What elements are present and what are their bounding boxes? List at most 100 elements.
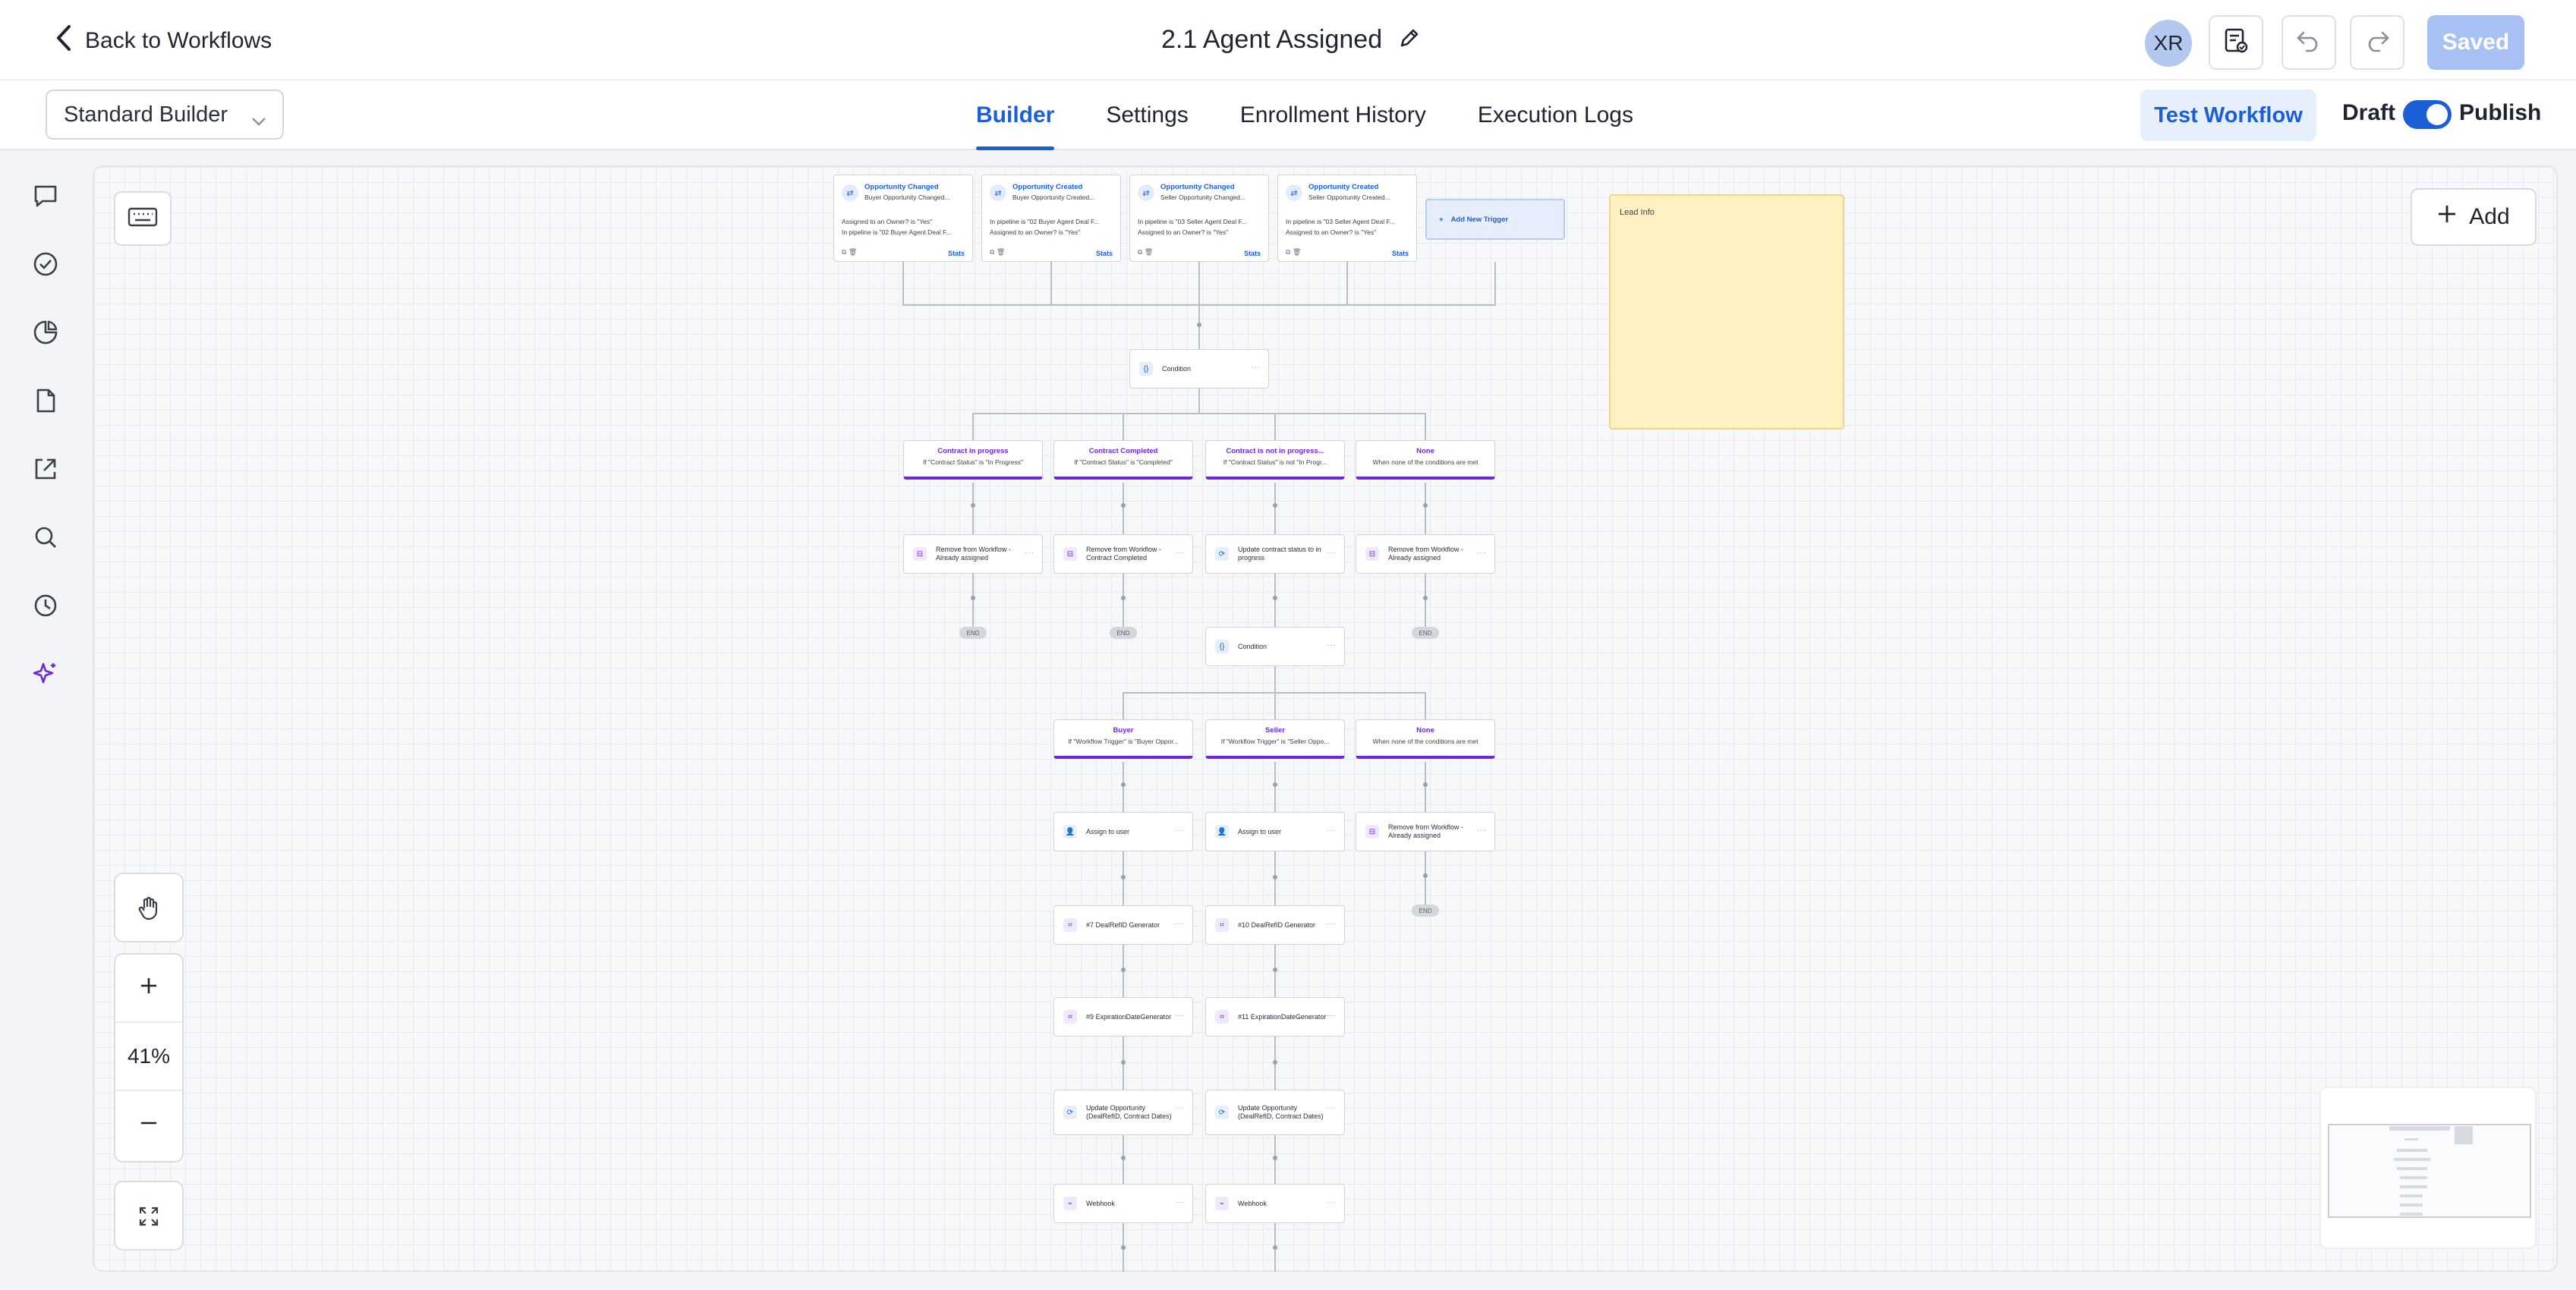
sticky-note-text: Lead Info	[1620, 208, 1655, 217]
plus-icon	[139, 976, 159, 1001]
branch-node[interactable]: None When none of the conditions are met	[1356, 440, 1495, 480]
more-icon[interactable]: ···	[1327, 920, 1337, 928]
remove-from-workflow-action[interactable]: ⊟ Remove from Workflow - Contract Comple…	[1053, 534, 1193, 574]
branch-node[interactable]: Contract in progress If "Contract Status…	[903, 440, 1043, 480]
custom-code-action[interactable]: ⌗ #10 DealRefID Generator ···	[1205, 905, 1345, 945]
branch-condition: If "Contract Status" is "Completed"	[1074, 458, 1173, 466]
more-icon[interactable]: ···	[1477, 549, 1487, 557]
assign-user-action[interactable]: 👤 Assign to user ···	[1053, 812, 1193, 851]
swap-icon: ⇄	[990, 184, 1006, 201]
copy-delete-icons[interactable]: ⧉ 🗑	[990, 248, 1005, 256]
plus-icon	[2437, 204, 2457, 230]
more-icon[interactable]: ···	[1477, 826, 1487, 835]
update-opportunity-action[interactable]: ⟳ Update Opportunity (DealRefID, Contrac…	[1205, 1090, 1345, 1135]
action-label: Update Opportunity (DealRefID, Contract …	[1238, 1104, 1324, 1120]
stats-link[interactable]: Stats	[1096, 250, 1113, 257]
branch-condition: If "Workflow Trigger" is "Buyer Oppor...	[1068, 738, 1179, 745]
more-icon[interactable]: ···	[1327, 1104, 1337, 1112]
stats-link[interactable]: Stats	[948, 250, 965, 257]
remove-from-workflow-action[interactable]: ⊟ Remove from Workflow - Already assigne…	[1356, 534, 1495, 574]
remove-from-workflow-action[interactable]: ⊟ Remove from Workflow - Already assigne…	[903, 534, 1043, 574]
stats-link[interactable]: Stats	[1244, 250, 1261, 257]
webhook-action[interactable]: ⌁ Webhook ···	[1053, 1184, 1193, 1223]
expand-icon	[115, 1182, 182, 1251]
plus-icon: +	[1439, 215, 1444, 224]
update-record-icon: ⟳	[1215, 1106, 1229, 1119]
trigger-node[interactable]: ⇄ Opportunity Changed Seller Opportunity…	[1129, 175, 1269, 262]
trigger-node[interactable]: ⇄ Opportunity Created Seller Opportunity…	[1277, 175, 1417, 262]
update-opportunity-action[interactable]: ⟳ Update Opportunity (DealRefID, Contrac…	[1053, 1090, 1193, 1135]
branch-node[interactable]: None When none of the conditions are met	[1356, 719, 1495, 759]
branch-condition: When none of the conditions are met	[1372, 738, 1479, 745]
more-icon[interactable]: ···	[1175, 549, 1185, 557]
more-icon[interactable]: ···	[1327, 826, 1337, 835]
more-icon[interactable]: ···	[1025, 549, 1034, 557]
trigger-filter: In pipeline is "03 Seller Agent Deal F..…	[1138, 218, 1247, 225]
end-marker: END	[1412, 627, 1439, 639]
more-icon[interactable]: ···	[1327, 549, 1337, 557]
trigger-subtitle: Buyer Opportunity Changed...	[864, 194, 950, 201]
add-new-trigger-button[interactable]: + Add New Trigger	[1425, 199, 1565, 240]
zoom-level: 41%	[115, 1023, 182, 1091]
more-icon[interactable]: ···	[1327, 1198, 1337, 1207]
remove-workflow-icon: ⊟	[913, 547, 927, 561]
minimap-preview	[2328, 1124, 2531, 1218]
swap-icon: ⇄	[1286, 184, 1302, 201]
update-status-action[interactable]: ⟳ Update contract status to in progress …	[1205, 534, 1345, 574]
add-button[interactable]: Add	[2411, 188, 2537, 246]
more-icon[interactable]: ···	[1175, 1198, 1185, 1207]
custom-code-action[interactable]: ⌗ #11 ExpirationDateGenerator ···	[1205, 997, 1345, 1037]
trigger-filter: Assigned to an Owner? is "Yes"	[1138, 228, 1229, 236]
fit-view-button[interactable]	[114, 1181, 184, 1251]
pan-tool-button[interactable]	[114, 873, 184, 942]
condition-label: Condition	[1238, 642, 1268, 650]
more-icon[interactable]: ···	[1251, 363, 1261, 372]
custom-code-action[interactable]: ⌗ #7 DealRefID Generator ···	[1053, 905, 1193, 945]
copy-delete-icons[interactable]: ⧉ 🗑	[842, 248, 857, 256]
minus-icon	[139, 1113, 159, 1138]
sticky-note[interactable]: Lead Info	[1609, 194, 1844, 429]
condition-node[interactable]: {} Condition ···	[1129, 349, 1269, 389]
minimap[interactable]	[2319, 1087, 2537, 1249]
zoom-controls: 41%	[114, 953, 184, 1163]
stats-link[interactable]: Stats	[1392, 250, 1409, 257]
remove-from-workflow-action[interactable]: ⊟ Remove from Workflow - Already assigne…	[1356, 812, 1495, 851]
branch-condition: If "Contract Status" is not "In Progr...	[1223, 458, 1327, 466]
zoom-in-button[interactable]	[115, 955, 182, 1023]
branch-node[interactable]: Buyer If "Workflow Trigger" is "Buyer Op…	[1053, 719, 1193, 759]
trigger-node[interactable]: ⇄ Opportunity Created Buyer Opportunity …	[981, 175, 1121, 262]
keyboard-shortcuts-button[interactable]	[114, 191, 172, 246]
more-icon[interactable]: ···	[1175, 1012, 1185, 1020]
action-label: #9 ExpirationDateGenerator	[1086, 1012, 1172, 1021]
remove-workflow-icon: ⊟	[1365, 547, 1379, 561]
zoom-out-button[interactable]	[115, 1091, 182, 1159]
branch-node[interactable]: Seller If "Workflow Trigger" is "Seller …	[1205, 719, 1345, 759]
custom-code-action[interactable]: ⌗ #9 ExpirationDateGenerator ···	[1053, 997, 1193, 1037]
trigger-filter: Assigned to an Owner? is "Yes"	[842, 218, 933, 225]
branch-node[interactable]: Contract Completed If "Contract Status" …	[1053, 440, 1193, 480]
action-label: #7 DealRefID Generator	[1086, 920, 1160, 929]
swap-icon: ⇄	[842, 184, 858, 201]
more-icon[interactable]: ···	[1327, 1012, 1337, 1020]
assign-user-action[interactable]: 👤 Assign to user ···	[1205, 812, 1345, 851]
trigger-filter: In pipeline is "03 Seller Agent Deal F..…	[1286, 218, 1395, 225]
end-marker: END	[1110, 627, 1137, 639]
branch-node[interactable]: Contract is not in progress... If "Contr…	[1205, 440, 1345, 480]
remove-workflow-icon: ⊟	[1365, 825, 1379, 838]
trigger-title: Opportunity Changed	[864, 183, 939, 191]
copy-delete-icons[interactable]: ⧉ 🗑	[1138, 248, 1153, 256]
more-icon[interactable]: ···	[1175, 826, 1185, 835]
more-icon[interactable]: ···	[1175, 920, 1185, 928]
webhook-action[interactable]: ⌁ Webhook ···	[1205, 1184, 1345, 1223]
trigger-node[interactable]: ⇄ Opportunity Changed Buyer Opportunity …	[833, 175, 973, 262]
code-icon: ⌗	[1215, 918, 1229, 932]
branch-title: Contract in progress	[937, 447, 1009, 455]
copy-delete-icons[interactable]: ⧉ 🗑	[1286, 248, 1301, 256]
condition-node[interactable]: {} Condition ···	[1205, 627, 1345, 666]
more-icon[interactable]: ···	[1175, 1104, 1185, 1112]
update-record-icon: ⟳	[1215, 547, 1229, 561]
code-icon: ⌗	[1063, 1010, 1077, 1024]
webhook-icon: ⌁	[1063, 1197, 1077, 1210]
action-label: Webhook	[1238, 1199, 1267, 1207]
more-icon[interactable]: ···	[1327, 641, 1337, 650]
